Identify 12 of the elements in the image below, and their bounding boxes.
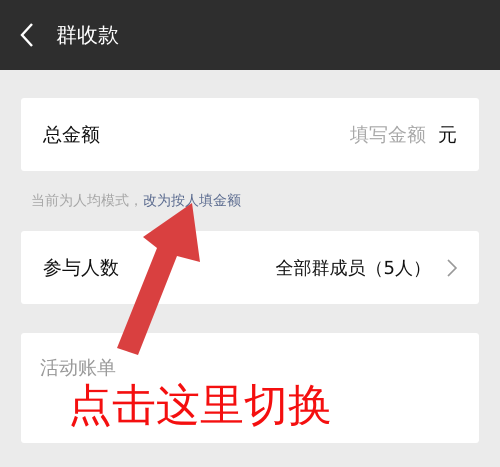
participants-label: 参与人数 (43, 256, 119, 280)
chevron-icon (447, 258, 457, 276)
mode-hint: 当前为人均模式， (31, 192, 143, 210)
back-icon[interactable] (20, 22, 34, 48)
participants-row[interactable]: 参与人数 全部群成员（5人） (21, 231, 479, 304)
currency-unit: 元 (438, 122, 457, 148)
annotation-text: 点击这里切换 (68, 384, 332, 428)
page-title: 群收款 (56, 22, 119, 49)
amount-field[interactable]: 填写金额 (100, 124, 426, 146)
amount-label: 总金额 (43, 122, 100, 148)
participants-value: 全部群成员（5人） (276, 256, 431, 280)
switch-mode-link[interactable]: 改为按人填金额 (143, 192, 241, 210)
